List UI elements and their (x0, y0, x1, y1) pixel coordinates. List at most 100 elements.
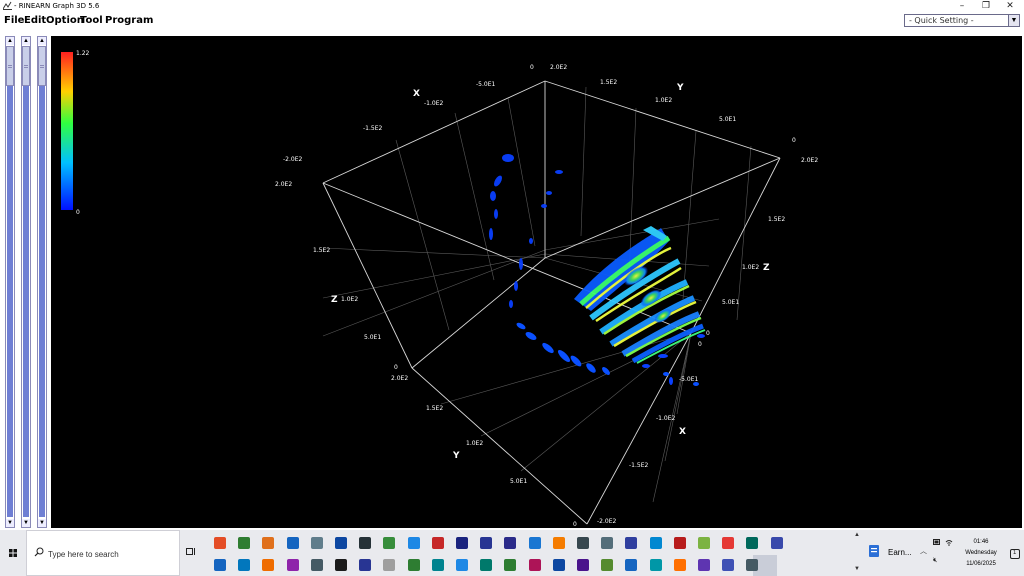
maximize-button[interactable]: ❐ (974, 0, 998, 12)
pinned-app-icon[interactable] (238, 537, 251, 549)
slider-up-arrow-icon[interactable]: ▲ (38, 37, 46, 45)
pinned-app-icon[interactable] (335, 559, 347, 571)
pinned-app-icon[interactable] (431, 537, 444, 549)
pinned-app-icon[interactable] (504, 559, 517, 571)
pinned-app-icon[interactable] (310, 537, 323, 549)
slider-track[interactable] (7, 85, 13, 517)
pinned-app-icon[interactable] (746, 537, 759, 549)
pinned-app-icon[interactable] (625, 537, 638, 549)
task-view-icon[interactable] (186, 547, 196, 557)
pinned-app-icon[interactable] (698, 559, 710, 571)
grid-lines (322, 86, 752, 503)
pinned-app-icon[interactable] (262, 559, 275, 571)
slider-thumb[interactable] (22, 46, 30, 86)
chevron-up-icon[interactable]: ︿ (920, 546, 927, 556)
pinned-app-icon[interactable] (480, 559, 493, 571)
tick-label: 2.0E2 (801, 157, 818, 164)
pinned-app-icon[interactable] (310, 559, 323, 571)
clock-day[interactable]: Wednesday (954, 550, 1008, 556)
slider-3[interactable]: ▲ ▼ (37, 36, 47, 528)
tick-label: -2.0E2 (283, 156, 302, 163)
slider-up-arrow-icon[interactable]: ▲ (22, 37, 30, 45)
pinned-app-icon[interactable] (601, 537, 614, 549)
windows-start-icon[interactable] (0, 530, 26, 576)
pinned-app-icon[interactable] (238, 559, 251, 571)
menu-file[interactable]: File (4, 15, 24, 26)
taskbar-scroll[interactable]: ▲ ▼ (852, 530, 862, 576)
pinned-app-icon[interactable] (577, 559, 589, 571)
graph-3d-canvas[interactable]: 1.22 0 X Y Z Z Y X -2.0E2 -1.5E2 -1.0E2 … (51, 36, 1022, 528)
colorbar-max-label: 1.22 (76, 50, 90, 57)
wifi-icon[interactable] (945, 538, 953, 546)
slider-thumb[interactable] (38, 46, 46, 86)
pinned-app-icon[interactable] (431, 559, 444, 571)
menu-edit[interactable]: Edit (24, 15, 46, 26)
pinned-app-icon[interactable] (407, 559, 420, 571)
pinned-app-icon[interactable] (552, 559, 565, 571)
notification-count: 1 (1013, 550, 1017, 556)
pinned-app-icon[interactable] (625, 559, 638, 571)
clock-date[interactable]: 11/06/2025 (954, 561, 1008, 567)
taskbar-search-box[interactable]: Type here to search (26, 530, 180, 576)
document-icon (869, 545, 879, 557)
pinned-app-icon[interactable] (286, 537, 299, 549)
volume-muted-icon[interactable]: 🔇︎ (933, 557, 937, 565)
battery-icon[interactable] (933, 539, 941, 545)
slider-down-arrow-icon[interactable]: ▼ (22, 519, 30, 527)
pinned-app-icon[interactable] (214, 537, 226, 549)
minimize-button[interactable]: – (950, 0, 974, 12)
pinned-app-icon[interactable] (480, 537, 493, 549)
pinned-app-icon[interactable] (649, 559, 662, 571)
pinned-app-icon[interactable] (286, 559, 299, 571)
slider-up-arrow-icon[interactable]: ▲ (6, 37, 14, 45)
pinned-app-icon[interactable] (383, 537, 396, 549)
quick-setting-value: - Quick Setting - (909, 16, 974, 25)
pinned-app-icon[interactable] (383, 559, 396, 571)
pinned-app-icon[interactable] (528, 559, 541, 571)
pinned-app-icon[interactable] (359, 537, 372, 549)
menu-tool[interactable]: Tool (80, 15, 103, 26)
pinned-app-icon[interactable] (746, 559, 759, 571)
slider-1[interactable]: ▲ ▼ (5, 36, 15, 528)
pinned-app-icon[interactable] (722, 537, 735, 549)
pinned-app-icon[interactable] (335, 537, 347, 549)
slider-thumb[interactable] (6, 46, 14, 86)
pinned-app-icon[interactable] (722, 559, 735, 571)
pinned-app-icon[interactable] (673, 537, 686, 549)
pinned-app-icon[interactable] (673, 559, 686, 571)
slider-track[interactable] (39, 85, 45, 517)
tick-label: 0 (573, 521, 577, 528)
slider-down-arrow-icon[interactable]: ▼ (38, 519, 46, 527)
pinned-app-icon[interactable] (407, 537, 420, 549)
chevron-down-icon[interactable]: ▼ (854, 566, 860, 572)
menu-program[interactable]: Program (105, 15, 153, 26)
pinned-app-icon[interactable] (262, 537, 275, 549)
data-surface (489, 154, 706, 386)
slider-track[interactable] (23, 85, 29, 517)
pinned-app-icon[interactable] (528, 537, 541, 549)
pinned-app-icon[interactable] (649, 537, 662, 549)
axis-box-edges (322, 80, 781, 525)
clock-time[interactable]: 01:46 (954, 539, 1008, 545)
pinned-app-icon[interactable] (698, 537, 710, 549)
slider-down-arrow-icon[interactable]: ▼ (6, 519, 14, 527)
pinned-app-icon[interactable] (456, 537, 468, 549)
chevron-up-icon[interactable]: ▲ (854, 532, 860, 538)
chevron-down-icon[interactable]: ▼ (1008, 15, 1019, 26)
close-button[interactable]: ✕ (998, 0, 1022, 12)
quick-setting-select[interactable]: - Quick Setting - ▼ (904, 14, 1020, 27)
pinned-app-icon[interactable] (359, 559, 372, 571)
taskbar-app-earn[interactable]: Earn... (868, 544, 912, 563)
menu-option[interactable]: Option (46, 15, 84, 26)
notification-icon[interactable]: 1 (1010, 549, 1020, 559)
pinned-app-icon[interactable] (552, 537, 565, 549)
title-bar: - RINEARN Graph 3D 5.6 – ❐ ✕ (0, 0, 1024, 12)
pinned-app-icon[interactable] (214, 559, 226, 571)
pinned-app-icon[interactable] (601, 559, 614, 571)
slider-2[interactable]: ▲ ▼ (21, 36, 31, 528)
pinned-app-icon[interactable] (770, 537, 783, 549)
tick-label: 0 (394, 364, 398, 371)
pinned-app-icon[interactable] (504, 537, 517, 549)
pinned-app-icon[interactable] (577, 537, 589, 549)
pinned-app-icon[interactable] (456, 559, 468, 571)
